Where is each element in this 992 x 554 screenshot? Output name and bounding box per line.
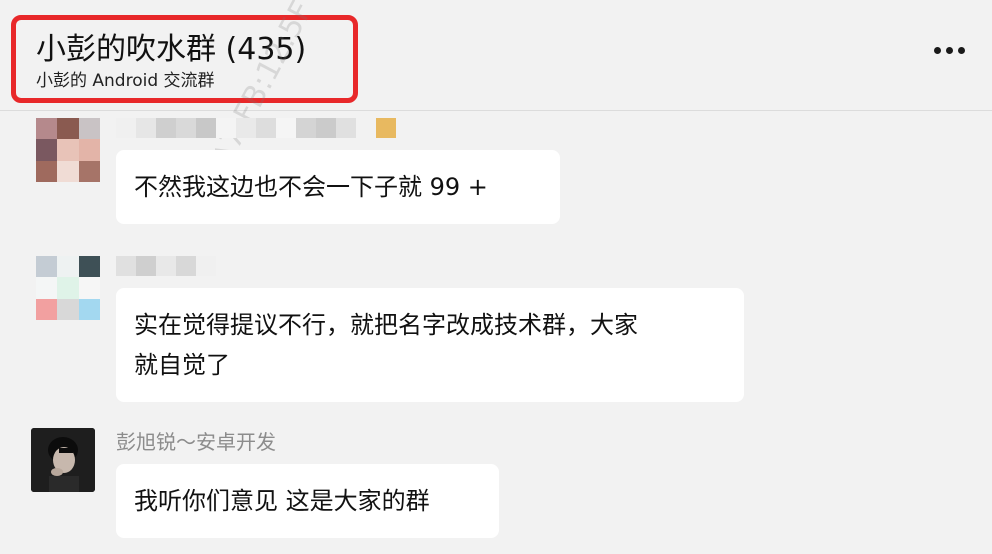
avatar[interactable] xyxy=(36,256,100,320)
group-title[interactable]: 小彭的吹水群 (435) xyxy=(36,30,306,70)
more-dot-icon xyxy=(957,46,965,54)
message-bubble[interactable]: 我听你们意见 这是大家的群 xyxy=(116,464,499,538)
chat-header: 小彭的吹水群 (435) 小彭的 Android 交流群 xyxy=(0,0,992,111)
pixelated-avatar xyxy=(36,118,100,182)
message-text-line: 实在觉得提议不行，就把名字改成技术群，大家 xyxy=(134,311,638,339)
message-bubble[interactable]: 实在觉得提议不行，就把名字改成技术群，大家 就自觉了 xyxy=(116,288,744,402)
message-bubble[interactable]: 不然我这边也不会一下子就 99 + xyxy=(116,150,560,224)
pixelated-avatar xyxy=(36,256,100,320)
person-photo-icon xyxy=(31,428,95,492)
sender-name-redacted xyxy=(116,118,396,138)
avatar[interactable] xyxy=(31,428,95,492)
sender-name-redacted xyxy=(116,256,216,276)
message-text: 我听你们意见 这是大家的群 xyxy=(134,487,430,515)
more-dot-icon xyxy=(945,46,953,54)
more-options-button[interactable] xyxy=(925,36,973,64)
avatar[interactable] xyxy=(36,118,100,182)
message-text: 不然我这边也不会一下子就 99 + xyxy=(134,173,488,201)
sender-name: 彭旭锐～安卓开发 xyxy=(116,430,276,454)
group-subtitle: 小彭的 Android 交流群 xyxy=(36,71,215,91)
more-dot-icon xyxy=(933,46,941,54)
message-text-line: 就自觉了 xyxy=(134,351,230,379)
